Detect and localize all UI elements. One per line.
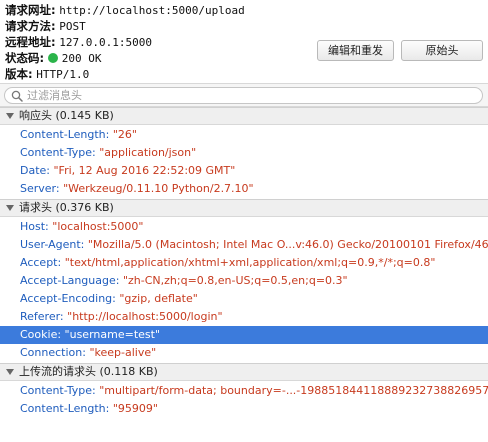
remote-address-value: 127.0.0.1:5000	[59, 36, 152, 49]
header-name: Referer:	[20, 310, 64, 323]
header-name: User-Agent:	[20, 238, 85, 251]
header-row[interactable]: Cookie: "username=test"	[0, 326, 488, 344]
header-value: "Mozilla/5.0 (Macintosh; Intel Mac O...v…	[87, 238, 488, 251]
header-row[interactable]: Host: "localhost:5000"	[0, 218, 488, 236]
header-name: Content-Type:	[20, 146, 96, 159]
status-ok-icon	[47, 53, 58, 63]
header-name: Content-Length:	[20, 128, 110, 141]
header-row[interactable]: Date: "Fri, 12 Aug 2016 22:52:09 GMT"	[0, 162, 488, 180]
section-header[interactable]: 响应头 (0.145 KB)	[0, 107, 488, 125]
remote-address-label: 远程地址:	[5, 35, 56, 49]
header-row[interactable]: User-Agent: "Mozilla/5.0 (Macintosh; Int…	[0, 236, 488, 254]
header-value: "Werkzeug/0.11.10 Python/2.7.10"	[63, 182, 254, 195]
section-header[interactable]: 请求头 (0.376 KB)	[0, 199, 488, 217]
header-row[interactable]: Accept-Encoding: "gzip, deflate"	[0, 290, 488, 308]
header-value: "keep-alive"	[89, 346, 157, 359]
header-value: "zh-CN,zh;q=0.8,en-US;q=0.5,en;q=0.3"	[122, 274, 348, 287]
http-version-line: 版本: HTTP/1.0	[5, 65, 89, 83]
header-row[interactable]: Content-Type: "multipart/form-data; boun…	[0, 382, 488, 400]
status-code-label: 状态码:	[5, 51, 45, 65]
section-title: 上传流的请求头 (0.118 KB)	[19, 365, 158, 378]
request-summary: 请求网址: http://localhost:5000/upload 请求方法:…	[0, 0, 488, 83]
header-name: Accept:	[20, 256, 62, 269]
header-value: "http://localhost:5000/login"	[67, 310, 223, 323]
search-icon	[11, 90, 23, 102]
header-name: Content-Length:	[20, 402, 110, 415]
request-url-value: http://localhost:5000/upload	[59, 4, 245, 17]
header-value: "26"	[112, 128, 137, 141]
header-row[interactable]: Referer: "http://localhost:5000/login"	[0, 308, 488, 326]
header-row[interactable]: Connection: "keep-alive"	[0, 344, 488, 362]
header-row[interactable]: Accept: "text/html,application/xhtml+xml…	[0, 254, 488, 272]
status-code-value: 200 OK	[61, 52, 102, 65]
collapse-triangle-icon[interactable]	[6, 205, 14, 211]
filter-headers-input[interactable]	[27, 88, 467, 103]
section-title: 请求头 (0.376 KB)	[19, 201, 114, 214]
header-name: Host:	[20, 220, 49, 233]
http-version-value: HTTP/1.0	[36, 68, 90, 81]
header-value: "multipart/form-data; boundary=-...-1988…	[99, 384, 488, 397]
header-name: Accept-Encoding:	[20, 292, 116, 305]
request-url-label: 请求网址:	[5, 3, 56, 17]
header-row[interactable]: Content-Type: "application/json"	[0, 144, 488, 162]
header-name: Accept-Language:	[20, 274, 120, 287]
filter-headers-field[interactable]	[4, 87, 483, 104]
header-name: Date:	[20, 164, 50, 177]
http-version-label: 版本:	[5, 67, 33, 81]
edit-and-resend-button[interactable]: 编辑和重发	[317, 40, 394, 61]
header-name: Cookie:	[20, 328, 62, 341]
header-value: "gzip, deflate"	[119, 292, 198, 305]
header-value: "95909"	[112, 402, 158, 415]
header-row[interactable]: Content-Length: "95909"	[0, 400, 488, 418]
header-value: "text/html,application/xhtml+xml,applica…	[64, 256, 436, 269]
request-method-value: POST	[59, 20, 86, 33]
header-row[interactable]: Accept-Language: "zh-CN,zh;q=0.8,en-US;q…	[0, 272, 488, 290]
header-value: "username=test"	[64, 328, 161, 341]
section-title: 响应头 (0.145 KB)	[19, 109, 114, 122]
header-name: Server:	[20, 182, 60, 195]
request-method-label: 请求方法:	[5, 19, 56, 33]
header-value: "application/json"	[99, 146, 197, 159]
header-value: "localhost:5000"	[52, 220, 144, 233]
header-name: Connection:	[20, 346, 86, 359]
header-value: "Fri, 12 Aug 2016 22:52:09 GMT"	[53, 164, 236, 177]
collapse-triangle-icon[interactable]	[6, 369, 14, 375]
section-header[interactable]: 上传流的请求头 (0.118 KB)	[0, 363, 488, 381]
header-row[interactable]: Server: "Werkzeug/0.11.10 Python/2.7.10"	[0, 180, 488, 198]
raw-headers-button[interactable]: 原始头	[401, 40, 483, 61]
header-name: Content-Type:	[20, 384, 96, 397]
filter-bar	[0, 83, 488, 107]
header-row[interactable]: Content-Length: "26"	[0, 126, 488, 144]
collapse-triangle-icon[interactable]	[6, 113, 14, 119]
